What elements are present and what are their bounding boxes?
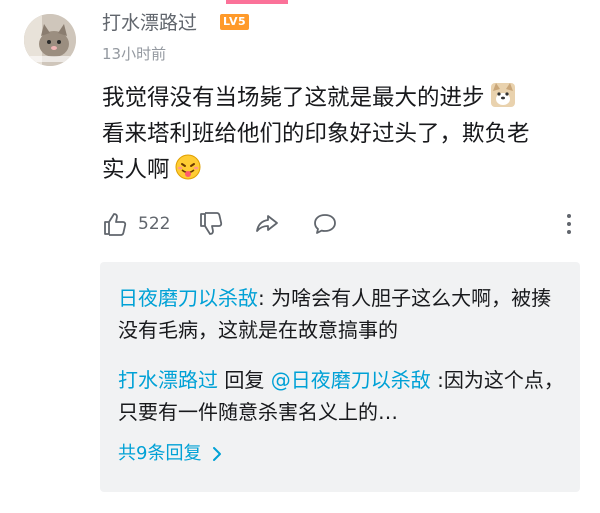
share-icon bbox=[256, 215, 278, 232]
thumb-down-icon bbox=[200, 212, 223, 235]
comment-actions: 522 bbox=[102, 208, 582, 240]
comment-text: 我觉得没有当场毙了这就是最大的进步 看来塔利班给他们的印象好过头了，欺负老 实人… bbox=[102, 80, 572, 188]
reply-item[interactable]: 日夜磨刀以杀敌: 为啥会有人胆子这么大啊，被揍没有毛病，这就是在故意搞事的 bbox=[118, 282, 568, 346]
reply-username[interactable]: 日夜磨刀以杀敌 bbox=[118, 286, 258, 310]
cat-avatar-image bbox=[24, 14, 76, 66]
comment-icon bbox=[314, 214, 336, 234]
reply-verb: 回复 bbox=[218, 368, 271, 392]
comment-line-1: 我觉得没有当场毙了这就是最大的进步 bbox=[102, 85, 485, 111]
view-all-replies-label: 共9条回复 bbox=[118, 443, 202, 464]
dislike-button[interactable] bbox=[198, 208, 224, 240]
reply-item[interactable]: 打水漂路过 回复 @日夜磨刀以杀敌 :因为这个点，只要有一件随意杀害名义上的… bbox=[118, 364, 568, 428]
avatar[interactable] bbox=[24, 14, 76, 66]
comment-line-2: 看来塔利班给他们的印象好过头了，欺负老 bbox=[102, 121, 530, 147]
thumb-up-icon bbox=[104, 213, 127, 236]
reply-username[interactable]: 打水漂路过 bbox=[118, 368, 218, 392]
level-badge: LV5 bbox=[220, 14, 250, 30]
chevron-right-icon bbox=[213, 447, 222, 461]
tongue-face-emoji-icon bbox=[175, 154, 201, 180]
like-button[interactable]: 522 bbox=[102, 208, 170, 240]
more-vertical-icon bbox=[567, 214, 571, 234]
comment-username[interactable]: 打水漂路过 bbox=[102, 10, 197, 36]
reply-button[interactable] bbox=[312, 208, 338, 240]
comment-line-3: 实人啊 bbox=[102, 157, 170, 183]
more-options-button[interactable] bbox=[556, 208, 582, 240]
view-all-replies-link[interactable]: 共9条回复 bbox=[118, 442, 225, 466]
share-button[interactable] bbox=[254, 208, 280, 240]
reply-mention[interactable]: @日夜磨刀以杀敌 bbox=[271, 368, 431, 392]
dog-emoji-icon bbox=[490, 83, 515, 107]
replies-panel: 日夜磨刀以杀敌: 为啥会有人胆子这么大啊，被揍没有毛病，这就是在故意搞事的 打水… bbox=[100, 262, 580, 492]
comment-time: 13小时前 bbox=[102, 45, 167, 63]
like-count: 522 bbox=[138, 214, 171, 234]
top-accent-bar bbox=[226, 0, 288, 4]
